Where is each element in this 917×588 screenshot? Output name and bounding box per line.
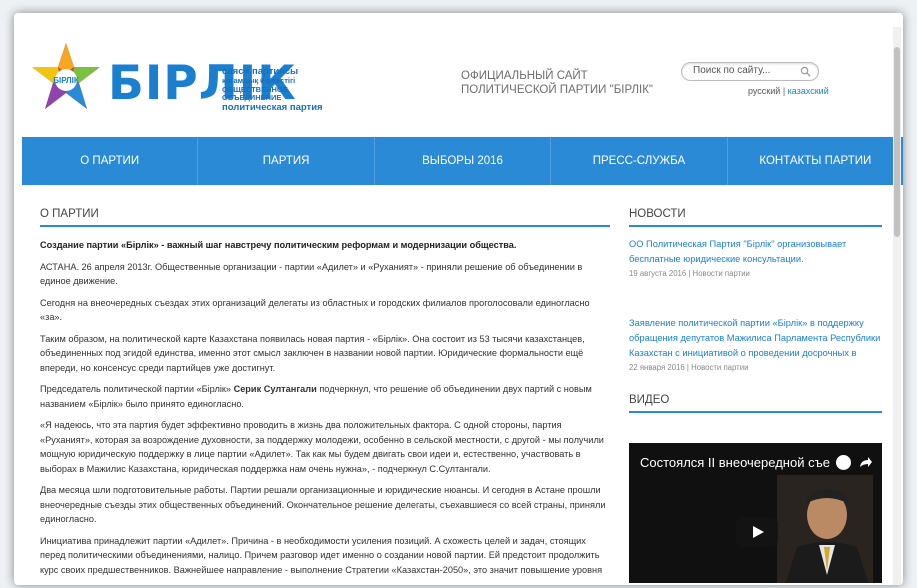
article-paragraph: Председатель политической партии «Бірлік… <box>40 382 610 411</box>
main-nav: О ПАРТИИ ПАРТИЯ ВЫБОРЫ 2016 ПРЕСС-СЛУЖБА… <box>22 137 903 185</box>
nav-item-contacts[interactable]: КОНТАКТЫ ПАРТИИ <box>728 137 903 185</box>
site-title: ОФИЦИАЛЬНЫЙ САЙТ ПОЛИТИЧЕСКОЙ ПАРТИИ "БІ… <box>461 69 653 97</box>
logo-sub-line: ОБЩЕСТВЕННОЕ ОБЪЕДИНЕНИЕ <box>222 84 288 102</box>
page-scrollbar[interactable] <box>893 27 901 585</box>
nav-item-about[interactable]: О ПАРТИИ <box>22 137 199 185</box>
lang-separator: | <box>782 86 786 96</box>
video-caption: Состоялся II внеочередной съез... <box>640 455 830 470</box>
site-title-line: ОФИЦИАЛЬНЫЙ САЙТ <box>461 70 588 82</box>
search-icon[interactable] <box>800 66 811 77</box>
lang-kazakh[interactable]: казахский <box>788 86 829 96</box>
play-button[interactable] <box>736 517 778 547</box>
watch-later-icon[interactable] <box>836 455 851 470</box>
logo-subtitle: саяси партиясы қоғамдық бірлестігі ОБЩЕС… <box>222 67 332 113</box>
browser-viewport: БІРЛІК БІРЛІК саяси партиясы қоғамдық бі… <box>14 13 903 585</box>
article-paragraph: Сегодня на внеочередных съездах этих орг… <box>40 297 590 323</box>
video-player[interactable]: Состоялся II внеочередной съез... <box>629 443 882 583</box>
page-title: О ПАРТИИ <box>40 208 610 227</box>
news-link[interactable]: ОО Политическая Партия "Бірлік" организо… <box>629 237 882 267</box>
news-item: ОО Политическая Партия "Бірлік" организо… <box>629 237 882 278</box>
article-paragraph: АСТАНА. 26 апреля 2013г. Общественные ор… <box>40 261 583 287</box>
video-thumbnail-person <box>777 475 873 583</box>
site-header: БІРЛІК БІРЛІК саяси партиясы қоғамдық бі… <box>14 13 903 137</box>
news-meta: 19 августа 2016 | Новости партии <box>629 269 750 278</box>
share-icon[interactable] <box>858 455 873 470</box>
article-paragraph: «Я надеюсь, что эта партия будет эффекти… <box>40 420 604 474</box>
nav-item-press[interactable]: ПРЕСС-СЛУЖБА <box>551 137 728 185</box>
nav-item-elections[interactable]: ВЫБОРЫ 2016 <box>375 137 552 185</box>
article-paragraph: Инициатива принадлежит партии «Адилет». … <box>40 535 603 575</box>
site-title-line: ПОЛИТИЧЕСКОЙ ПАРТИИ "БІРЛІК" <box>461 84 654 96</box>
search-input[interactable] <box>693 65 793 76</box>
article-paragraph: Два месяца шли подготовительные работы. … <box>40 485 606 524</box>
sidebar: НОВОСТИ ОО Политическая Партия "Бірлік" … <box>629 208 882 583</box>
search-box[interactable] <box>681 62 819 81</box>
scrollbar-thumb[interactable] <box>894 47 900 237</box>
star-logo-icon: БІРЛІК <box>32 43 100 109</box>
svg-text:БІРЛІК: БІРЛІК <box>53 76 79 85</box>
news-meta: 22 января 2016 | Новости партии <box>629 363 749 372</box>
article-lead: Создание партии «Бірлік» - важный шаг на… <box>40 240 517 250</box>
main-content: О ПАРТИИ Создание партии «Бірлік» - важн… <box>40 208 610 584</box>
chairman-name: Серик Султангали <box>233 384 317 394</box>
nav-item-party[interactable]: ПАРТИЯ <box>198 137 375 185</box>
logo-sub-line: политическая партия <box>222 101 323 113</box>
lang-russian[interactable]: русский <box>748 86 780 96</box>
video-section-title: ВИДЕО <box>629 394 882 413</box>
news-link[interactable]: Заявление политической партии «Бірлік» в… <box>629 316 882 361</box>
language-switcher: русский | казахский <box>748 86 829 96</box>
party-logo[interactable]: БІРЛІК БІРЛІК саяси партиясы қоғамдық бі… <box>26 39 323 123</box>
news-section-title: НОВОСТИ <box>629 208 882 227</box>
paragraph-text: Председатель политической партии «Бірлік… <box>40 384 234 394</box>
article-body: Создание партии «Бірлік» - важный шаг на… <box>40 238 610 577</box>
news-item: Заявление политической партии «Бірлік» в… <box>629 316 882 372</box>
article-paragraph: Таким образом, на политической карте Каз… <box>40 333 585 373</box>
